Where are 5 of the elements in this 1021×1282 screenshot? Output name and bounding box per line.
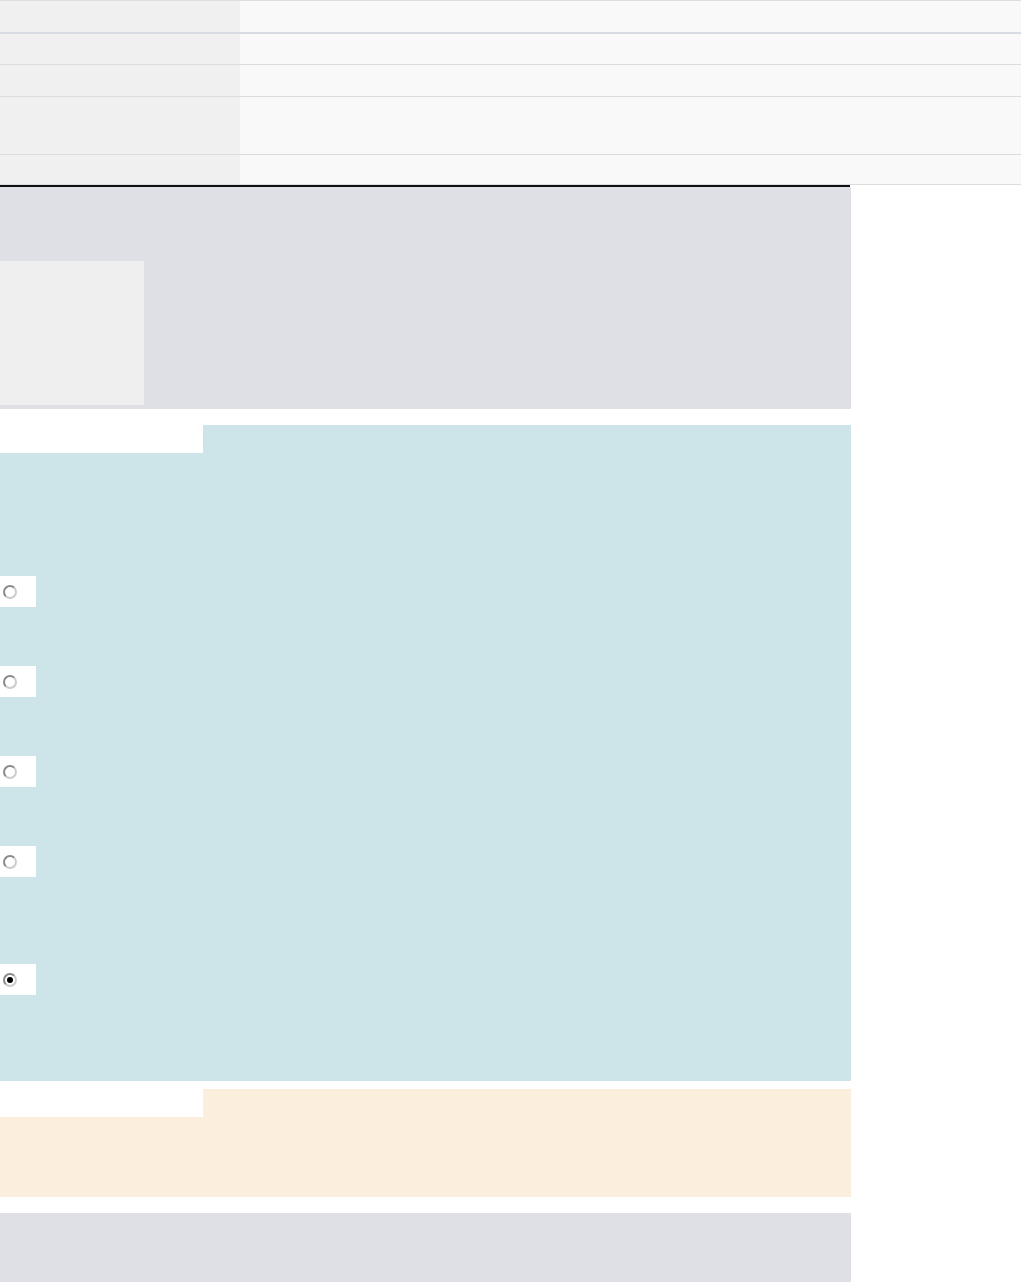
radio-button[interactable] [3, 764, 17, 779]
radio-button[interactable] [3, 972, 17, 987]
radio-button[interactable] [3, 854, 17, 869]
radio-button[interactable] [3, 674, 17, 689]
radio-button[interactable] [3, 584, 17, 599]
